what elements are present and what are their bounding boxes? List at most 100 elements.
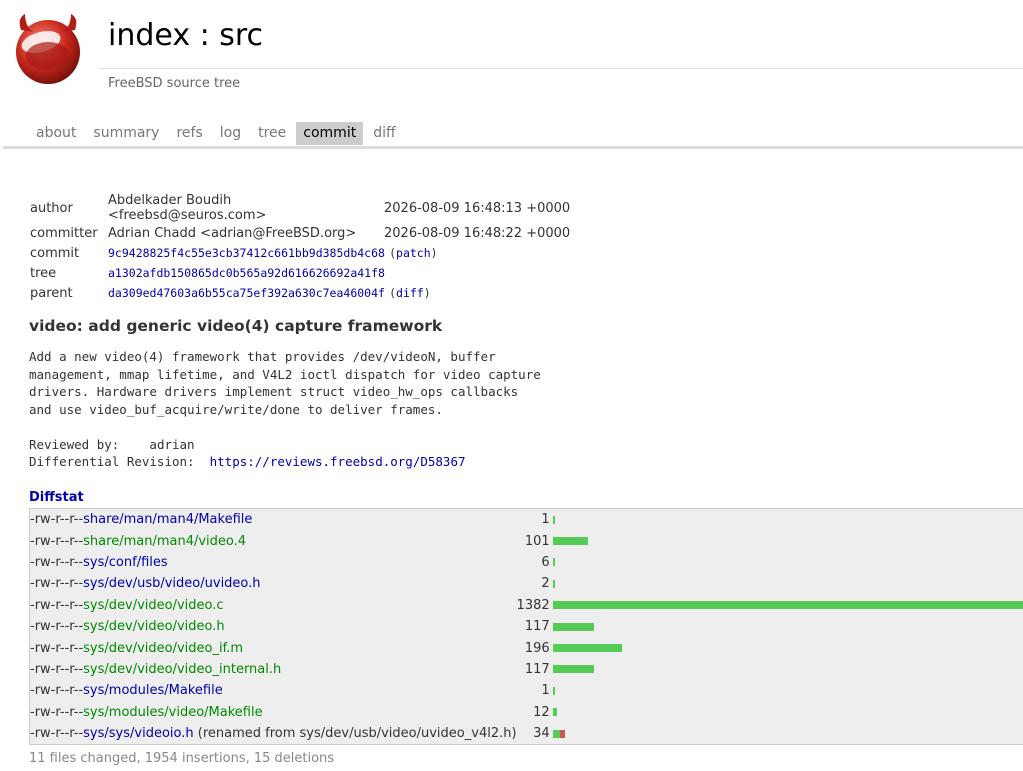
insertions-bar (552, 515, 555, 524)
file-path-link[interactable]: share/man/man4/Makefile (83, 512, 252, 527)
change-graph (552, 723, 1023, 745)
file-path-link[interactable]: sys/modules/Makefile (83, 683, 223, 698)
tab-about[interactable]: about (29, 122, 83, 145)
insertions-bar (552, 644, 622, 653)
file-path-cell: sys/dev/video/video_internal.h (83, 659, 516, 680)
diffstat-row: -rw-r--r-- sys/modules/video/Makefile 12 (30, 702, 1023, 723)
committer-value: Adrian Chadd <adrian@FreeBSD.org> (108, 225, 357, 241)
file-path-link[interactable]: sys/sys/videoio.h (83, 726, 193, 741)
diff-link[interactable]: diff (396, 286, 424, 300)
file-mode: -rw-r--r-- (30, 726, 84, 742)
change-bar (552, 601, 1023, 610)
file-mode: -rw-r--r-- (30, 576, 84, 592)
file-mode: -rw-r--r-- (30, 704, 84, 720)
file-path-cell: share/man/man4/Makefile (83, 509, 516, 531)
differential-revision-link[interactable]: https://reviews.freebsd.org/D58367 (210, 454, 466, 469)
diffstat-row: -rw-r--r-- sys/dev/video/video.h 117 (30, 616, 1023, 637)
file-mode: -rw-r--r-- (30, 533, 84, 549)
change-count: 117 (524, 619, 550, 635)
change-count: 2 (541, 576, 550, 592)
diffstat-row: -rw-r--r-- sys/dev/usb/video/uvideo.h 2 (30, 573, 1023, 594)
file-path-link[interactable]: sys/dev/video/video.h (83, 619, 224, 634)
insertions-bar (552, 665, 594, 674)
change-bar (552, 665, 1023, 674)
change-count: 34 (533, 726, 550, 742)
tree-hash-link[interactable]: a1302afdb150865dc0b565a92d616626692a41f8 (108, 266, 385, 280)
change-bar (552, 558, 1023, 567)
diffstat-row: -rw-r--r-- sys/conf/files 6 (30, 552, 1023, 573)
repo-description: FreeBSD source tree (108, 76, 241, 91)
file-path-cell: sys/modules/Makefile (83, 680, 516, 701)
parent-hash-link[interactable]: da309ed47603a6b55ca75ef392a630c7ea46004f (108, 286, 385, 300)
file-path-cell: sys/sys/videoio.h (renamed from sys/dev/… (83, 723, 516, 745)
tab-tree[interactable]: tree (251, 122, 293, 145)
tab-bar: about summary refs log tree commit diff (3, 122, 1023, 149)
patch-link[interactable]: patch (396, 246, 431, 260)
diffstat-row: -rw-r--r-- sys/dev/video/video_internal.h… (30, 659, 1023, 680)
diffstat-row: -rw-r--r-- sys/dev/video/video.c 1382 (30, 595, 1023, 616)
tab-log[interactable]: log (213, 122, 248, 145)
author-label: author (30, 200, 73, 216)
file-path-link[interactable]: sys/modules/video/Makefile (83, 705, 262, 720)
file-path-cell: sys/dev/video/video_if.m (83, 637, 516, 658)
change-bar (552, 537, 1023, 546)
commit-info-table: author Abdelkader Boudih <freebsd@seuros… (30, 193, 570, 303)
file-mode: -rw-r--r-- (30, 554, 84, 570)
change-graph (552, 530, 1023, 551)
file-mode: -rw-r--r-- (30, 619, 84, 635)
file-path-cell: sys/modules/video/Makefile (83, 702, 516, 723)
commit-subject: video: add generic video(4) capture fram… (29, 317, 443, 335)
diffstat-heading[interactable]: Diffstat (29, 490, 84, 505)
diffstat-table: -rw-r--r-- share/man/man4/Makefile 1 -rw-r-… (29, 508, 1023, 746)
change-count: 6 (541, 554, 550, 570)
change-count: 117 (524, 661, 550, 677)
change-bar (552, 622, 1023, 631)
committer-label: committer (30, 225, 98, 241)
change-graph (552, 637, 1023, 658)
change-graph (552, 616, 1023, 637)
file-path-link[interactable]: sys/dev/video/video_if.m (83, 641, 243, 656)
insertions-bar (552, 729, 560, 738)
file-mode: -rw-r--r-- (30, 683, 84, 699)
tab-commit[interactable]: commit (296, 122, 364, 145)
insertions-bar (552, 686, 555, 695)
freebsd-logo[interactable] (11, 12, 85, 86)
diffstat-summary: 11 files changed, 1954 insertions, 15 de… (29, 751, 335, 766)
change-graph (552, 573, 1023, 594)
file-path-cell: share/man/man4/video.4 (83, 530, 516, 551)
diffstat-row: -rw-r--r-- sys/modules/Makefile 1 (30, 680, 1023, 701)
deletions-bar (559, 729, 565, 738)
page-title[interactable]: index : src (108, 18, 263, 53)
insertions-bar (552, 622, 594, 631)
change-bar (552, 729, 1023, 738)
file-path-link[interactable]: share/man/man4/video.4 (83, 534, 246, 549)
header-divider (100, 68, 1023, 69)
file-mode: -rw-r--r-- (30, 640, 84, 656)
insertions-bar (552, 558, 555, 567)
file-path-link[interactable]: sys/dev/usb/video/uvideo.h (83, 576, 260, 591)
file-mode: -rw-r--r-- (30, 512, 84, 528)
file-path-cell: sys/dev/video/video.c (83, 595, 516, 616)
tab-diff[interactable]: diff (366, 122, 402, 145)
change-bar (552, 515, 1023, 524)
parent-label: parent (30, 285, 73, 301)
commit-label: commit (30, 245, 80, 261)
insertions-bar (552, 537, 588, 546)
commit-hash-link[interactable]: 9c9428825f4c55e3cb37412c661bb9d385db4c68 (108, 246, 385, 260)
file-path-link[interactable]: sys/dev/video/video.c (83, 598, 223, 613)
diffstat-row: -rw-r--r-- share/man/man4/video.4 101 (30, 530, 1023, 551)
tab-summary[interactable]: summary (86, 122, 166, 145)
tab-refs[interactable]: refs (169, 122, 209, 145)
author-date: 2026-08-09 16:48:13 +0000 (384, 200, 571, 216)
change-count: 101 (524, 533, 550, 549)
change-count: 196 (524, 640, 550, 656)
freebsd-daemon-logo-icon (16, 14, 80, 84)
file-path-link[interactable]: sys/conf/files (83, 555, 168, 570)
diffstat-row: -rw-r--r-- sys/sys/videoio.h (renamed fro… (30, 723, 1023, 745)
change-graph (552, 509, 1023, 531)
change-count: 1 (541, 512, 550, 528)
tree-label: tree (30, 265, 57, 281)
file-mode: -rw-r--r-- (30, 661, 84, 677)
file-path-link[interactable]: sys/dev/video/video_internal.h (83, 662, 281, 677)
commit-message: Add a new video(4) framework that provid… (29, 348, 541, 471)
